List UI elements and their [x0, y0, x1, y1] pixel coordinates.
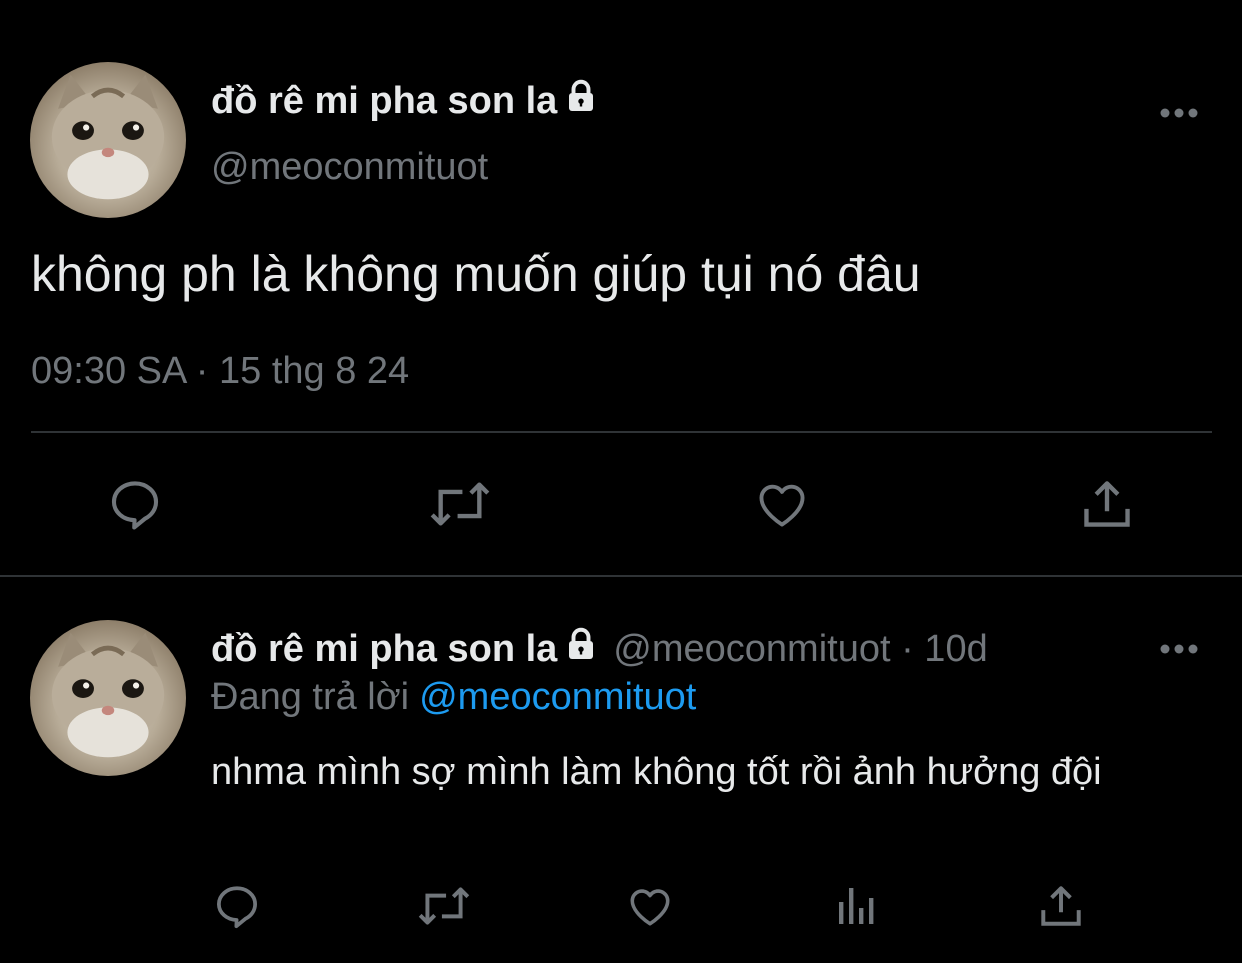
lock-icon [563, 78, 599, 124]
retweet-icon [415, 881, 473, 936]
retweet-button[interactable] [425, 476, 495, 536]
retweet-icon [426, 475, 494, 538]
analytics-icon [833, 881, 881, 936]
share-icon [1036, 881, 1086, 936]
display-name-text: đồ rê mi pha son la [211, 79, 558, 122]
handle[interactable]: @meoconmituot [211, 146, 488, 189]
reply-icon [106, 475, 164, 538]
analytics-button[interactable] [831, 882, 883, 934]
share-button[interactable] [1035, 882, 1087, 934]
main-tweet: đồ rê mi pha son la @meoconmituot không … [0, 0, 1242, 576]
heart-icon [752, 475, 812, 538]
lock-icon [563, 626, 599, 672]
share-button[interactable] [1077, 476, 1137, 536]
replying-to-label: Đang trả lời [211, 676, 410, 718]
mention-link[interactable]: @meoconmituot [419, 676, 696, 718]
replying-to: Đang trả lời @meoconmituot [211, 676, 696, 719]
display-name[interactable]: đồ rê mi pha son la [211, 78, 599, 124]
avatar[interactable] [30, 620, 186, 776]
reply-button[interactable] [105, 476, 165, 536]
avatar[interactable] [30, 62, 186, 218]
share-icon [1078, 475, 1136, 538]
more-horizontal-icon[interactable] [1158, 100, 1200, 131]
more-horizontal-icon[interactable] [1158, 636, 1200, 667]
handle-and-time[interactable]: @meoconmituot · 10d [613, 628, 987, 671]
like-button[interactable] [752, 476, 812, 536]
reply-button[interactable] [211, 882, 263, 934]
tweet-text: không ph là không muốn giúp tụi nó đâu [31, 246, 921, 302]
reply-icon [212, 881, 262, 936]
heart-icon [624, 881, 676, 936]
timestamp[interactable]: 09:30 SA · 15 thg 8 24 [31, 350, 409, 393]
tweet-text: nhma mình sợ mình làm không tốt rồi ảnh … [211, 751, 1102, 793]
like-button[interactable] [624, 882, 676, 934]
divider [31, 431, 1212, 433]
retweet-button[interactable] [414, 882, 474, 934]
reply-header: đồ rê mi pha son la @meoconmituot · 10d [211, 626, 988, 672]
display-name[interactable]: đồ rê mi pha son la [211, 628, 557, 671]
